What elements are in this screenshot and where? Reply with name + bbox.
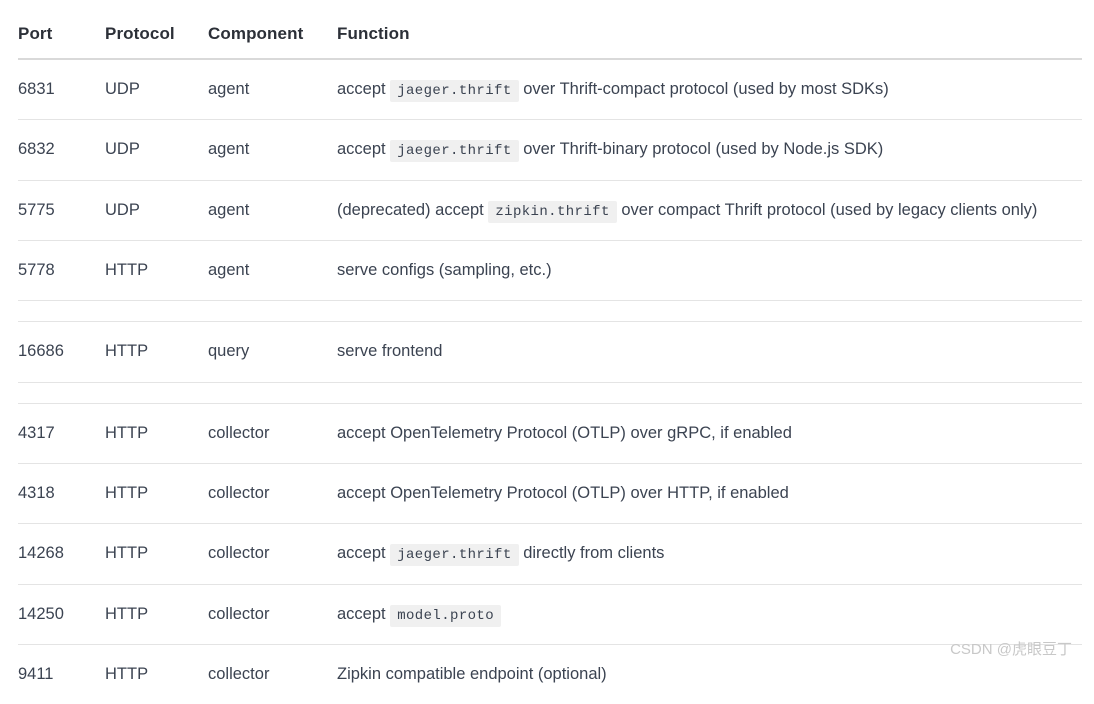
table-row: 14250 HTTP collector accept model.proto (18, 584, 1082, 646)
cell-function: accept jaeger.thrift directly from clien… (337, 523, 1082, 585)
cell-protocol: HTTP (105, 403, 208, 465)
inline-code: jaeger.thrift (390, 140, 519, 163)
table-spacer-row (18, 382, 1082, 404)
cell-component: collector (208, 665, 270, 684)
cell-protocol: HTTP (105, 584, 208, 646)
cell-component: collector (208, 463, 337, 525)
cell-port: 6832 (18, 119, 105, 181)
table-spacer-row (18, 300, 1082, 323)
cell-function: serve configs (sampling, etc.) (337, 240, 1082, 302)
cell-protocol: HTTP (105, 523, 208, 585)
function-text: over Thrift-compact protocol (used by mo… (518, 80, 889, 98)
cell-port: 14250 (18, 584, 105, 646)
cell-port: 5775 (18, 180, 105, 242)
cell-component: collector (208, 584, 337, 646)
cell-function: serve frontend (337, 321, 1082, 383)
cell-function: accept model.proto (337, 584, 1082, 646)
table-spacer-cell (18, 300, 1082, 323)
function-text: accept OpenTelemetry Protocol (OTLP) ove… (337, 423, 792, 442)
function-text: directly from clients (518, 544, 665, 563)
cell-function: accept jaeger.thrift over Thrift-compact… (337, 59, 1082, 121)
inline-code: model.proto (390, 604, 502, 627)
cell-protocol: HTTP (105, 240, 208, 302)
cell-protocol: UDP (105, 59, 208, 121)
function-text: (deprecated) accept (337, 200, 489, 219)
cell-port: 6831 (18, 59, 105, 121)
cell-port: 5778 (18, 240, 105, 302)
cell-component: agent (208, 119, 337, 181)
cell-component: agent (208, 59, 337, 121)
table-row: 6832 UDP agent accept jaeger.thrift over Th… (18, 119, 1082, 181)
cell-protocol: UDP (105, 180, 208, 242)
ports-table: Port Protocol Component Function 6831 UDP… (18, 0, 1082, 704)
table-row: 5775 UDP agent (deprecated) accept zipkin.t… (18, 180, 1082, 242)
column-header-protocol: Protocol (105, 0, 208, 60)
cell-port: 14268 (18, 523, 105, 585)
cell-function: accept OpenTelemetry Protocol (OTLP) ove… (337, 403, 1082, 465)
table-header-row: Port Protocol Component Function (18, 0, 1082, 60)
inline-code: jaeger.thrift (390, 544, 519, 567)
cell-component: collector (208, 403, 337, 465)
table-row: 4318 HTTP collector accept OpenTelemetry Pr… (18, 463, 1082, 525)
cell-port: 4317 (18, 403, 105, 465)
column-header-function: Function (337, 0, 1082, 60)
cell-function: accept OpenTelemetry Protocol (OTLP) ove… (337, 463, 1082, 525)
watermark: CSDN @虎眼豆丁 (950, 641, 1072, 658)
inline-code: jaeger.thrift (390, 80, 519, 102)
column-header-component: Component (208, 0, 337, 60)
table-spacer-cell (18, 382, 1082, 404)
inline-code: zipkin.thrift (488, 200, 617, 223)
cell-protocol: HTTP (105, 321, 208, 383)
function-text: accept (337, 80, 391, 98)
function-text: accept (337, 140, 391, 159)
function-text: accept OpenTelemetry Protocol (OTLP) ove… (337, 484, 789, 503)
table-row: 16686 HTTP query serve frontend (18, 321, 1082, 383)
cell-function: accept jaeger.thrift over Thrift-binary … (337, 119, 1082, 181)
function-text: Zipkin compatible endpoint (optional) (337, 665, 607, 684)
function-text: serve frontend (337, 342, 443, 361)
cell-component: collector (208, 523, 337, 585)
cell-protocol: HTTP (105, 463, 208, 525)
table-row: 5778 HTTP agent serve configs (sampling, et… (18, 240, 1082, 302)
function-text: accept (337, 604, 391, 623)
cell-port: 9411 (18, 665, 54, 684)
function-text: over compact Thrift protocol (used by le… (616, 200, 1038, 219)
function-text: serve configs (sampling, etc.) (337, 261, 552, 280)
cell-protocol: UDP (105, 119, 208, 181)
cell-port: 4318 (18, 463, 105, 525)
table-body: 6831 UDP agent accept jaeger.thrift over Th… (18, 59, 1082, 704)
cell-protocol: HTTP (105, 665, 149, 684)
table-row: 6831 UDP agent accept jaeger.thrift over Th… (18, 59, 1082, 121)
document-page: Port Protocol Component Function 6831 UDP… (0, 0, 1094, 683)
table-row: 9411 HTTP collector Zipkin compatible endpo… (18, 645, 1082, 704)
cell-component: agent (208, 180, 337, 242)
function-text: over Thrift-binary protocol (used by Nod… (518, 140, 884, 159)
table-row: 4317 HTTP collector accept OpenTelemetry Pr… (18, 403, 1082, 465)
function-text: accept (337, 544, 391, 563)
table-header: Port Protocol Component Function (18, 0, 1082, 60)
table-row: 14268 HTTP collector accept jaeger.thrift d… (18, 523, 1082, 585)
column-header-port: Port (18, 0, 105, 60)
cell-component: agent (208, 240, 337, 302)
cell-port: 16686 (18, 321, 105, 383)
cell-function: (deprecated) accept zipkin.thrift over c… (337, 180, 1082, 242)
cell-component: query (208, 321, 337, 383)
